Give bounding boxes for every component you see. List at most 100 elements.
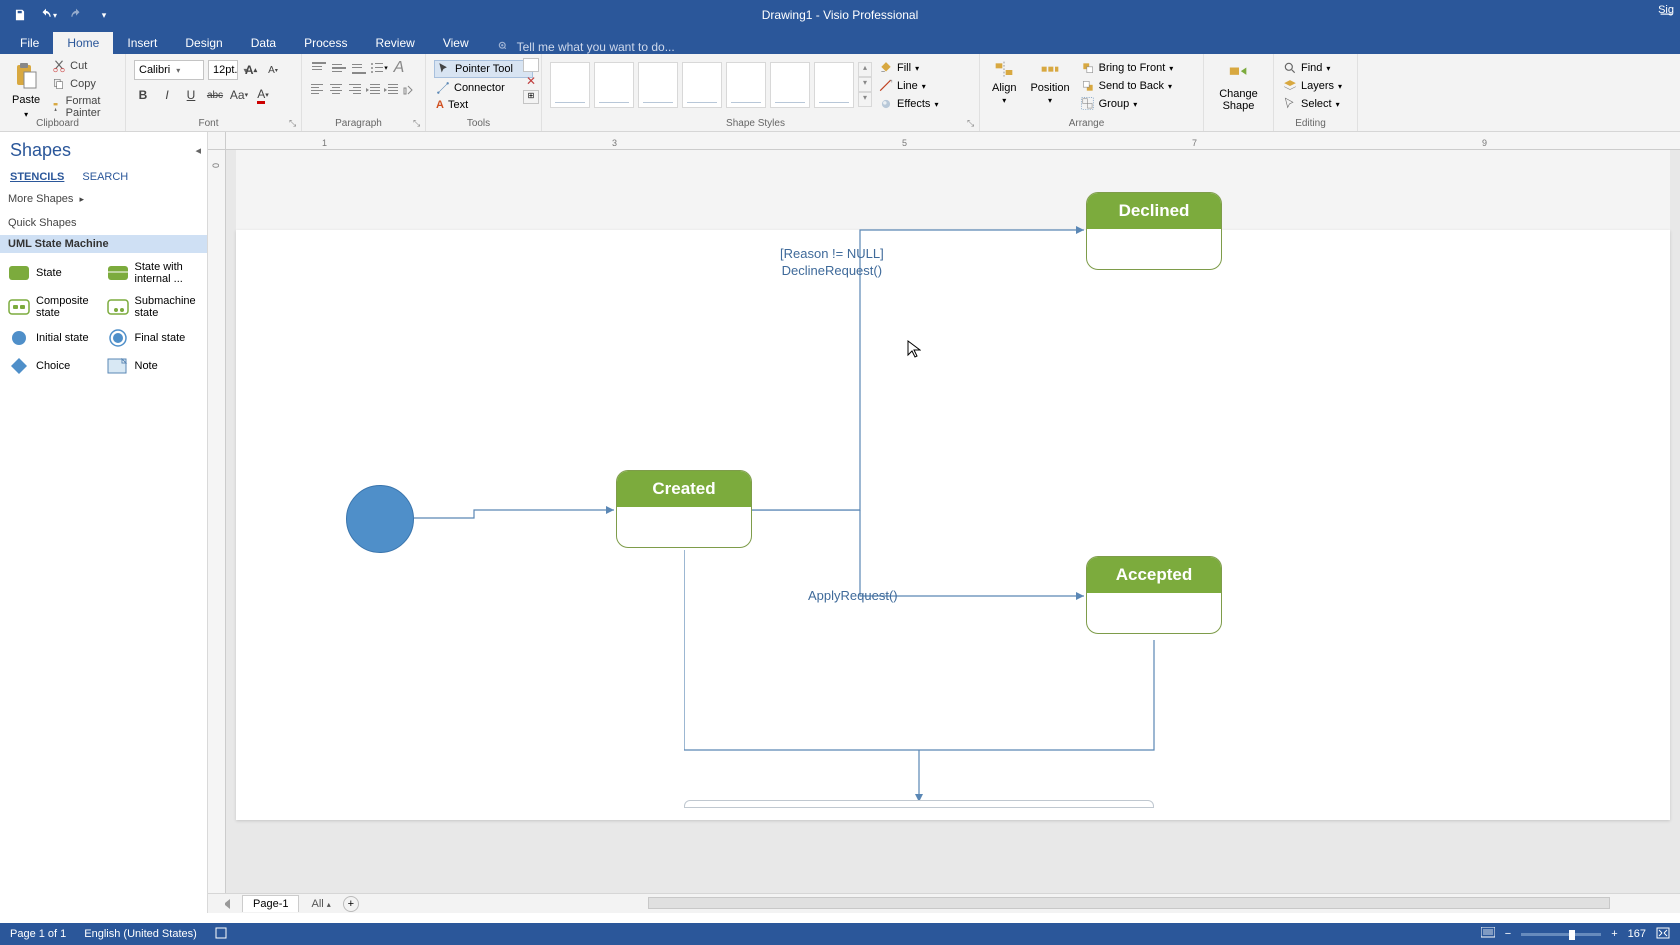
connector-initial-to-created[interactable] [414,482,624,522]
page-all-button[interactable]: All ▴ [311,898,330,910]
shape-styles-dialog-launcher[interactable]: ⤡ [967,118,977,128]
zoom-in-button[interactable]: + [1611,928,1617,940]
page-tab-1[interactable]: Page-1 [242,895,299,912]
zoom-slider[interactable] [1521,933,1601,936]
clear-format-button[interactable]: A [390,60,408,76]
decline-label[interactable]: [Reason != NULL] DeclineRequest() [780,246,884,280]
zoom-value[interactable]: 167 [1628,928,1646,940]
text-tool-button[interactable]: A Text [434,98,533,112]
copy-button[interactable]: Copy [50,76,117,92]
change-shape-button[interactable]: Change Shape [1212,58,1265,116]
align-left-button[interactable] [310,82,326,98]
gallery-down[interactable]: ▾ [858,77,872,92]
send-to-back-button[interactable]: Send to Back▾ [1080,78,1175,94]
tab-review[interactable]: Review [361,32,428,54]
drawing-page[interactable]: Created Declined Accepted [236,230,1670,820]
style-item[interactable] [682,62,722,108]
stencils-tab[interactable]: STENCILS [10,171,64,183]
rectangle-tool-button[interactable] [523,58,539,72]
tab-file[interactable]: File [6,32,53,54]
pointer-tool-button[interactable]: Pointer Tool [434,60,533,78]
font-dialog-launcher[interactable]: ⤡ [289,118,299,128]
find-button[interactable]: Find▾ [1282,60,1349,76]
vertical-ruler[interactable]: 0 [208,150,226,895]
initial-state-shape[interactable] [346,485,414,553]
shape-state[interactable]: State [8,261,101,285]
font-name-combo[interactable]: Calibri [134,60,204,80]
tab-design[interactable]: Design [171,32,236,54]
more-shapes-button[interactable]: More Shapes ▸ [0,187,207,211]
save-button[interactable] [10,5,30,25]
rotate-text-button[interactable] [401,82,417,98]
status-language[interactable]: English (United States) [84,928,197,940]
shape-composite-state[interactable]: Composite state [8,295,101,319]
case-button[interactable]: Aa▾ [230,86,248,104]
align-center-button[interactable] [328,82,344,98]
fill-button[interactable]: Fill▾ [878,60,939,76]
line-button[interactable]: Line▾ [878,78,939,94]
qat-more[interactable]: ▾ [94,5,114,25]
gallery-up[interactable]: ▴ [858,62,872,77]
state-created[interactable]: Created [616,470,752,548]
sign-in[interactable]: Sig [1658,4,1674,16]
horizontal-scrollbar[interactable] [648,897,1610,909]
select-button[interactable]: Select▾ [1282,96,1349,112]
macro-record-icon[interactable] [215,927,227,942]
format-painter-button[interactable]: Format Painter [50,94,117,120]
style-item[interactable] [594,62,634,108]
italic-button[interactable]: I [158,86,176,104]
search-tab[interactable]: SEARCH [82,171,128,183]
style-item[interactable] [726,62,766,108]
tab-process[interactable]: Process [290,32,361,54]
collapse-shapes-pane-button[interactable]: ◂ [195,144,201,157]
shape-choice[interactable]: Choice [8,357,101,375]
tab-home[interactable]: Home [53,32,113,54]
fit-page-button[interactable] [1656,927,1670,942]
tab-data[interactable]: Data [237,32,290,54]
shape-submachine-state[interactable]: Submachine state [107,295,200,319]
shape-initial-state[interactable]: Initial state [8,329,101,347]
gallery-more[interactable]: ▾ [858,92,872,107]
style-item[interactable] [550,62,590,108]
shrink-font-button[interactable]: A▾ [264,61,282,79]
shape-final-state[interactable]: Final state [107,329,200,347]
horizontal-ruler[interactable]: 1 3 5 7 9 [226,132,1680,150]
align-bottom-button[interactable] [350,60,368,76]
zoom-out-button[interactable]: − [1505,928,1511,940]
redo-button[interactable] [66,5,86,25]
connector-merge-down[interactable] [684,550,1164,810]
bold-button[interactable]: B [134,86,152,104]
effects-button[interactable]: Effects▾ [878,96,939,112]
align-right-button[interactable] [346,82,362,98]
shape-note[interactable]: Note [107,357,200,375]
tool-more-button[interactable]: ⊞ [523,90,539,104]
style-item[interactable] [814,62,854,108]
cut-button[interactable]: Cut [50,58,117,74]
stencil-uml-state-machine[interactable]: UML State Machine [0,235,207,253]
add-page-button[interactable]: + [343,896,359,912]
font-color-button[interactable]: A▾ [254,86,272,104]
underline-button[interactable]: U [182,86,200,104]
state-declined[interactable]: Declined [1086,192,1222,270]
decrease-indent-button[interactable] [365,82,381,98]
partial-shape-bottom[interactable] [684,800,1154,808]
drawing-canvas[interactable]: Created Declined Accepted [226,150,1680,895]
increase-indent-button[interactable] [383,82,399,98]
bullets-button[interactable]: ▾ [370,60,388,76]
layers-button[interactable]: Layers▾ [1282,78,1349,94]
strike-button[interactable]: abc [206,86,224,104]
quick-shapes-button[interactable]: Quick Shapes [0,211,207,235]
group-button[interactable]: Group▾ [1080,96,1175,112]
tab-insert[interactable]: Insert [113,32,171,54]
presentation-mode-button[interactable] [1481,927,1495,942]
shape-state-internal[interactable]: State with internal ... [107,261,200,285]
paragraph-dialog-launcher[interactable]: ⤡ [413,118,423,128]
scroll-left-button[interactable] [220,899,230,909]
close-x-button[interactable]: ✕ [523,74,539,88]
align-top-button[interactable] [310,60,328,76]
tell-me-search[interactable]: Tell me what you want to do... [497,40,675,54]
undo-button[interactable]: ▾ [38,5,58,25]
align-middle-button[interactable] [330,60,348,76]
tab-view[interactable]: View [429,32,483,54]
style-item[interactable] [638,62,678,108]
